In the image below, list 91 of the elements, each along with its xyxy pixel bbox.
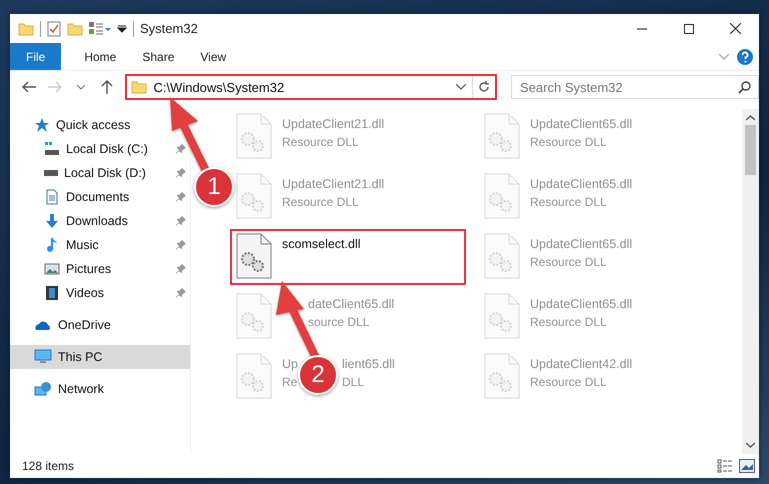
dll-file-icon <box>236 233 272 279</box>
dll-file-icon <box>484 353 520 399</box>
sidebar-item[interactable]: This PC <box>10 345 190 369</box>
file-name: UpdateClient65.dll <box>530 117 632 131</box>
pin-icon[interactable] <box>176 144 186 154</box>
sidebar-item[interactable]: Pictures <box>10 257 190 281</box>
sidebar-item[interactable]: Local Disk (D:) <box>10 161 190 185</box>
back-arrow-icon <box>22 81 36 93</box>
sidebar-item[interactable]: Quick access <box>10 113 140 137</box>
item-count: 128 items <box>22 459 74 473</box>
pin-icon[interactable] <box>176 216 186 226</box>
star-icon <box>34 117 50 133</box>
file-name: UpdateClient21.dll <box>282 117 384 131</box>
file-type: source DLL <box>308 315 370 329</box>
close-icon <box>730 23 741 34</box>
forward-arrow-icon <box>48 81 62 93</box>
ribbon-tab[interactable]: View <box>187 43 240 70</box>
scrollbar[interactable] <box>742 109 759 454</box>
folder-icon <box>18 20 34 36</box>
search-field[interactable]: Search System32 <box>511 75 760 99</box>
drive-icon <box>44 141 60 157</box>
file-type: Resource DLL <box>530 195 607 209</box>
large-icons-view-icon[interactable] <box>739 459 755 473</box>
pin-icon[interactable] <box>176 288 186 298</box>
file-name: UpdateClient65.dll <box>530 237 632 251</box>
file-name: dateClient65.dll <box>308 297 394 311</box>
file-name: UpdateClient65.dll <box>530 297 632 311</box>
sidebar-item[interactable]: Videos <box>10 281 190 305</box>
scroll-up-icon[interactable] <box>746 115 755 121</box>
file-type: Resource DLL <box>530 315 607 329</box>
file-name: UpdateClient42.dll <box>530 357 632 371</box>
caret-icon <box>76 84 85 90</box>
details-view-icon[interactable] <box>717 459 733 473</box>
sidebar-item[interactable]: Local Disk (C:) <box>10 137 190 161</box>
download-arrow-icon <box>44 213 60 229</box>
drive-icon <box>44 170 58 176</box>
file-type: Resource DLL <box>282 195 359 209</box>
pin-icon[interactable] <box>176 168 186 178</box>
minimize-icon <box>636 28 646 30</box>
chevron-down-icon[interactable] <box>719 54 729 60</box>
pin-icon[interactable] <box>176 192 186 202</box>
dropdown-caret-icon[interactable] <box>456 84 466 90</box>
file-name: UpdateClient21.dll <box>282 177 384 191</box>
dll-file-icon <box>236 173 272 219</box>
refresh-icon <box>478 81 490 93</box>
ribbon-tab[interactable]: Share <box>129 43 188 70</box>
file-name: UpdateClient65.dll <box>530 177 632 191</box>
dll-file-icon <box>484 233 520 279</box>
address-path: C:\Windows\System32 <box>153 80 284 94</box>
dll-file-icon <box>236 113 272 159</box>
file-type: Re <box>282 375 298 389</box>
properties-icon[interactable] <box>47 20 61 36</box>
file-type: Resource DLL <box>282 135 359 149</box>
sidebar-item[interactable]: Documents <box>10 185 190 209</box>
dll-file-icon <box>484 113 520 159</box>
scroll-thumb[interactable] <box>745 125 756 175</box>
file-name: Up <box>282 357 298 371</box>
monitor-icon <box>34 349 52 365</box>
pin-icon[interactable] <box>176 240 186 250</box>
scroll-down-icon[interactable] <box>746 442 755 448</box>
file-type: DLL <box>342 375 364 389</box>
sidebar-item[interactable]: OneDrive <box>10 313 121 337</box>
file-type: Resource DLL <box>530 255 607 269</box>
window-title: System32 <box>140 21 198 36</box>
customize-caret-icon[interactable] <box>117 24 127 34</box>
folder-icon <box>131 79 148 95</box>
up-arrow-icon <box>100 80 112 94</box>
dll-file-icon <box>484 293 520 339</box>
dll-file-icon <box>484 173 520 219</box>
document-icon <box>44 189 60 205</box>
file-type: Resource DLL <box>530 375 607 389</box>
dll-file-icon <box>236 353 272 399</box>
file-name: lient65.dll <box>342 357 395 371</box>
view-options-icon[interactable] <box>89 22 111 36</box>
film-icon <box>44 285 60 301</box>
network-icon <box>34 381 52 397</box>
new-folder-icon <box>67 20 83 36</box>
dll-file-icon <box>236 293 272 339</box>
pin-icon[interactable] <box>176 264 186 274</box>
address-bar[interactable]: C:\Windows\System32 <box>125 74 498 100</box>
picture-icon <box>44 261 60 277</box>
search-icon <box>738 81 752 94</box>
sidebar-item[interactable]: Network <box>10 377 114 401</box>
maximize-icon <box>684 24 694 34</box>
help-icon[interactable] <box>737 48 753 64</box>
file-name: scomselect.dll <box>282 237 360 251</box>
ribbon-tab[interactable]: Home <box>71 43 130 70</box>
file-type: Resource DLL <box>530 135 607 149</box>
sidebar-item[interactable]: Downloads <box>10 209 190 233</box>
file-menu-tab[interactable]: File <box>10 43 62 70</box>
sidebar-item[interactable]: Music <box>10 233 190 257</box>
